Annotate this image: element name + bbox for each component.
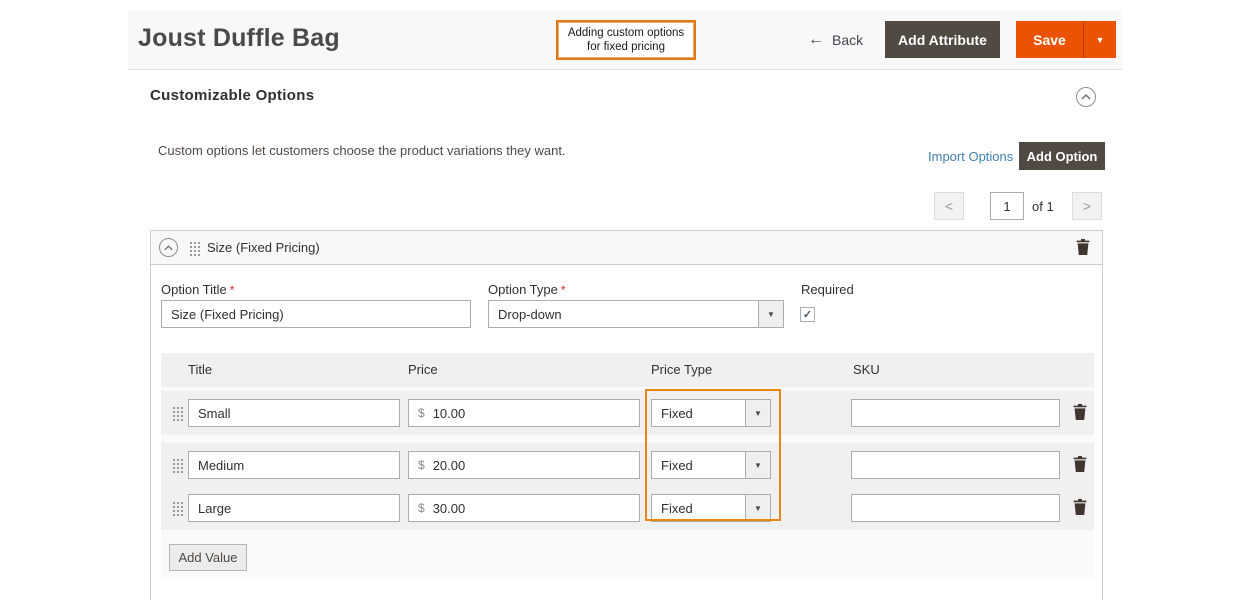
pagination-total-label: of 1 <box>1032 199 1054 214</box>
value-title-input[interactable] <box>188 399 400 427</box>
row-drag-handle[interactable] <box>172 406 183 421</box>
required-checkbox[interactable]: ✓ <box>800 307 815 322</box>
section-collapse-button[interactable] <box>1076 87 1096 107</box>
caret-down-icon: ▼ <box>745 452 770 478</box>
value-price-input[interactable] <box>433 458 639 473</box>
column-header-price: Price <box>408 362 438 377</box>
value-price-input[interactable] <box>433 406 639 421</box>
page-title: Joust Duffle Bag <box>138 24 340 53</box>
save-split-button: Save ▼ <box>1016 21 1116 58</box>
caret-down-icon: ▼ <box>745 495 770 521</box>
add-value-button[interactable]: Add Value <box>169 544 247 571</box>
value-row-small: $ Fixed ▼ <box>161 391 1094 435</box>
values-table-header: Title Price Price Type SKU <box>161 353 1094 387</box>
value-price-input[interactable] <box>433 501 639 516</box>
price-type-value: Fixed <box>652 458 745 473</box>
row-drag-handle[interactable] <box>172 458 183 473</box>
save-options-caret[interactable]: ▼ <box>1083 21 1116 58</box>
row-drag-handle[interactable] <box>172 501 183 516</box>
value-price-field: $ <box>408 399 640 427</box>
option-collapse-button[interactable] <box>159 238 178 257</box>
currency-symbol: $ <box>409 406 433 420</box>
column-header-title: Title <box>188 362 212 377</box>
chevron-right-icon: > <box>1083 198 1091 214</box>
delete-option-button[interactable] <box>1076 239 1090 255</box>
currency-symbol: $ <box>409 501 433 515</box>
value-price-field: $ <box>408 494 640 522</box>
required-asterisk: * <box>561 283 566 297</box>
back-button[interactable]: ← Back <box>808 10 863 70</box>
pagination-next-button[interactable]: > <box>1072 192 1102 220</box>
option-panel-header: Size (Fixed Pricing) <box>151 231 1102 265</box>
pagination-prev-button[interactable]: < <box>934 192 964 220</box>
value-sku-input[interactable] <box>851 494 1060 522</box>
delete-value-button[interactable] <box>1073 499 1087 515</box>
chevron-up-icon <box>1081 94 1091 100</box>
option-type-value: Drop-down <box>489 307 758 322</box>
section-title: Customizable Options <box>150 87 314 104</box>
price-type-value: Fixed <box>652 406 745 421</box>
value-title-input[interactable] <box>188 451 400 479</box>
required-label: Required <box>801 282 854 297</box>
add-attribute-button[interactable]: Add Attribute <box>885 21 1000 58</box>
annotation-text: Adding custom options for fixed pricing <box>568 26 684 55</box>
value-price-type-select[interactable]: Fixed ▼ <box>651 494 771 522</box>
value-sku-input[interactable] <box>851 399 1060 427</box>
value-sku-input[interactable] <box>851 451 1060 479</box>
trash-icon <box>1073 499 1087 515</box>
caret-down-icon: ▼ <box>1096 35 1105 45</box>
section-description: Custom options let customers choose the … <box>158 143 566 158</box>
currency-symbol: $ <box>409 458 433 472</box>
trash-icon <box>1076 239 1090 255</box>
option-title-input[interactable] <box>161 300 471 328</box>
checkmark-icon: ✓ <box>803 308 812 321</box>
value-row-medium: $ Fixed ▼ <box>161 443 1094 487</box>
product-edit-page: Joust Duffle Bag Adding custom options f… <box>0 0 1250 600</box>
trash-icon <box>1073 456 1087 472</box>
value-price-field: $ <box>408 451 640 479</box>
caret-down-icon: ▼ <box>758 301 783 327</box>
option-panel: Size (Fixed Pricing) Option Title* Optio… <box>150 230 1103 600</box>
value-title-input[interactable] <box>188 494 400 522</box>
pagination-page-input[interactable] <box>990 192 1024 220</box>
required-asterisk: * <box>230 283 235 297</box>
page-header: Joust Duffle Bag Adding custom options f… <box>128 10 1122 70</box>
value-price-type-select[interactable]: Fixed ▼ <box>651 399 771 427</box>
option-type-label: Option Type* <box>488 282 566 297</box>
back-arrow-icon: ← <box>808 31 824 49</box>
chevron-up-icon <box>164 245 173 251</box>
add-option-button[interactable]: Add Option <box>1019 142 1105 170</box>
option-values-table: Title Price Price Type SKU $ Fixed ▼ <box>161 353 1094 579</box>
annotation-callout: Adding custom options for fixed pricing <box>556 20 696 60</box>
import-options-link[interactable]: Import Options <box>928 149 1013 164</box>
option-title-label: Option Title* <box>161 282 234 297</box>
option-drag-handle[interactable] <box>189 241 200 256</box>
chevron-left-icon: < <box>945 198 953 214</box>
trash-icon <box>1073 404 1087 420</box>
delete-value-button[interactable] <box>1073 404 1087 420</box>
back-label: Back <box>832 32 863 48</box>
value-price-type-select[interactable]: Fixed ▼ <box>651 451 771 479</box>
caret-down-icon: ▼ <box>745 400 770 426</box>
column-header-sku: SKU <box>853 362 880 377</box>
delete-value-button[interactable] <box>1073 456 1087 472</box>
column-header-price-type: Price Type <box>651 362 712 377</box>
value-row-large: $ Fixed ▼ <box>161 486 1094 530</box>
option-panel-title: Size (Fixed Pricing) <box>207 240 320 255</box>
price-type-value: Fixed <box>652 501 745 516</box>
save-button[interactable]: Save <box>1016 21 1083 58</box>
option-type-select[interactable]: Drop-down ▼ <box>488 300 784 328</box>
